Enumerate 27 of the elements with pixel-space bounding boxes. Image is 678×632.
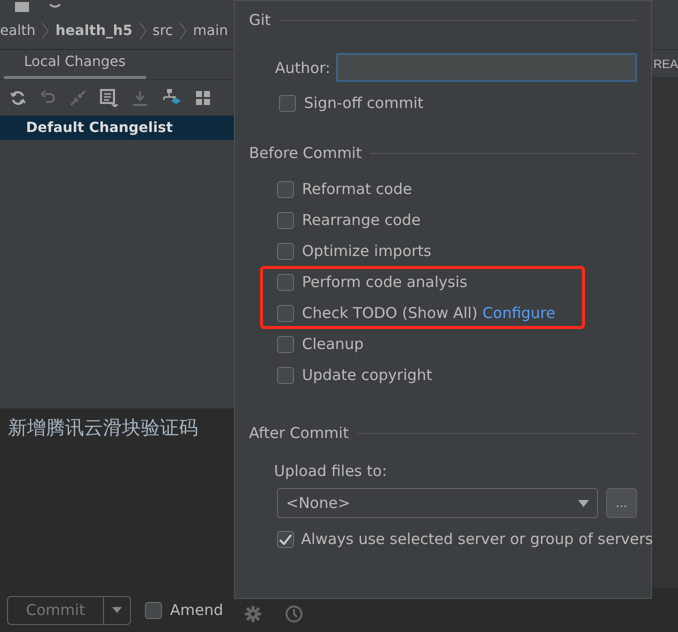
section-title: Before Commit xyxy=(249,144,362,162)
upload-label: Upload files to: xyxy=(274,462,388,480)
author-label: Author: xyxy=(275,58,330,76)
commit-button[interactable]: Commit xyxy=(8,596,104,624)
browse-button[interactable]: ... xyxy=(606,488,637,518)
breadcrumb[interactable]: health_h5 xyxy=(55,22,133,38)
section-title: After Commit xyxy=(249,424,349,442)
option-label: Rearrange code xyxy=(302,211,421,229)
breadcrumb[interactable]: ealth xyxy=(0,22,36,38)
option-label: Perform code analysis xyxy=(302,273,468,291)
breadcrumb[interactable]: src xyxy=(152,22,173,38)
option-label: Cleanup xyxy=(302,335,364,353)
always-use-label: Always use selected server or group of servers xyxy=(301,530,653,548)
breadcrumb[interactable]: main xyxy=(192,22,228,38)
option-label: Reformat code xyxy=(302,180,412,198)
commit-split-button[interactable]: Commit xyxy=(7,596,131,624)
section-title: Git xyxy=(249,11,271,29)
sign-off-label: Sign-off commit xyxy=(304,94,424,112)
commit-message-field[interactable]: 新增腾讯云滑块验证码 xyxy=(0,408,234,588)
server-select[interactable]: <None> xyxy=(277,488,598,518)
option-label: Optimize imports xyxy=(302,242,432,260)
amend-label: Amend xyxy=(170,601,224,619)
configure-link[interactable]: Configure xyxy=(482,304,556,322)
tab[interactable]: Local Changes xyxy=(4,50,146,79)
changelist-item[interactable]: Default Changelist xyxy=(0,116,234,140)
option-label: Check TODO (Show All) Configure xyxy=(302,304,556,322)
option-label: Update copyright xyxy=(302,366,432,384)
